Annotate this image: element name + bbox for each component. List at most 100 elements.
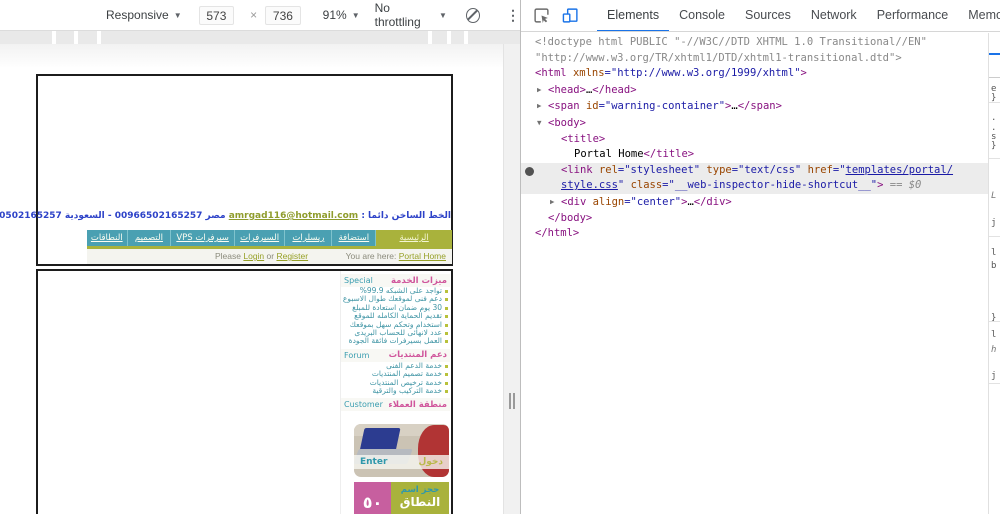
sidebar-list-item[interactable]: عدد لانهائى للحساب البريدى (341, 329, 450, 337)
code-token[interactable]: style.css (561, 179, 618, 191)
more-options-icon[interactable]: ⋮ (506, 7, 520, 24)
inspect-element-icon[interactable] (533, 7, 550, 24)
sidebar-sections: ميزات الخدمةSpecialتواجد على الشبكه 99.9… (341, 274, 450, 411)
code-token: </html> (535, 227, 579, 239)
section-title-arabic: منطقة العملاء (388, 400, 447, 410)
site-nav-tab[interactable]: سيرفرات VPS (170, 230, 234, 246)
expand-arrow-icon[interactable]: ▶ (550, 194, 561, 210)
site-nav-tab[interactable]: ريسلرات (284, 230, 331, 246)
dom-tree-line[interactable]: <!doctype html PUBLIC "-//W3C//DTD XHTML… (521, 35, 989, 51)
tab-sources[interactable]: Sources (735, 0, 801, 32)
bullet-icon (445, 382, 448, 385)
collapse-arrow-icon[interactable]: ▼ (537, 115, 548, 131)
styles-pane-fragment: l (991, 330, 996, 340)
dimension-x-separator: × (250, 8, 257, 22)
contact-text: 0502165257 (0, 211, 62, 221)
dom-tree-line[interactable]: <html xmlns="http://www.w3.org/1999/xhtm… (521, 66, 989, 82)
tab-console[interactable]: Console (669, 0, 735, 32)
sidebar-list-item[interactable]: 30 يوم ضمان استعادة للمبلغ (341, 304, 450, 312)
crumb-text: or (264, 251, 276, 261)
login-overlay-bar[interactable]: Enter دخول (354, 455, 449, 469)
screen: Responsive ▼ 573 × 736 91% ▼ No throttli… (0, 0, 1000, 514)
sidebar-section-header: ميزات الخدمةSpecial (341, 274, 450, 287)
site-nav-tab[interactable]: استضافة (331, 230, 375, 246)
styles-rule-separator (989, 321, 1000, 322)
throttling-dropdown[interactable]: No throttling ▼ (375, 1, 447, 29)
enter-link-arabic[interactable]: دخول (418, 457, 443, 467)
sidebar-list-item[interactable]: استخدام وتحكم سهل بموقعك (341, 321, 450, 329)
section-title-english: Customer (344, 400, 383, 409)
contact-text: 00966502165257 (115, 211, 203, 221)
dom-tree-line[interactable]: ▼<body> (521, 115, 989, 132)
dom-tree-line[interactable]: Portal Home</title> (521, 147, 989, 163)
site-nav-bar: الرئيسيةاستضافةريسلراتالسيرفراتسيرفرات V… (87, 230, 452, 246)
styles-pane-clipped: e}..s}Ljlb}lhj (988, 33, 1000, 514)
expand-arrow-icon[interactable]: ▶ (537, 98, 548, 114)
site-nav-tab[interactable]: الرئيسية (375, 230, 452, 246)
toggle-device-toolbar-icon[interactable] (562, 7, 579, 24)
chevron-down-icon: ▼ (352, 11, 360, 20)
crumb-link[interactable]: Login (243, 251, 264, 261)
crumb-link[interactable]: Register (276, 251, 308, 261)
bullet-icon (445, 290, 448, 293)
code-token: <head> (548, 84, 586, 96)
site-nav-tab[interactable]: النطاقات (87, 230, 127, 246)
sidebar-list-item[interactable]: دعم فنى لموقعك طوال الاسبوع (341, 295, 450, 303)
code-token: class (631, 179, 663, 191)
tab-network[interactable]: Network (801, 0, 867, 32)
viewport-width-input[interactable]: 573 (199, 6, 235, 25)
expand-arrow-icon[interactable]: ▶ (537, 82, 548, 98)
email-link[interactable]: amrgad116@hotmail.com (229, 211, 358, 221)
sidebar-list-item[interactable]: العمل بسيرفرات فائقة الجودة (341, 337, 450, 345)
tab-elements[interactable]: Elements (597, 0, 669, 32)
bullet-icon (445, 324, 448, 327)
sidebar-list-item[interactable]: خدمة تصميم المنتديات (341, 370, 450, 378)
crumb-link[interactable]: Portal Home (399, 251, 446, 261)
code-token: <html (535, 67, 573, 79)
dom-tree-line[interactable]: "http://www.w3.org/TR/xhtml1/DTD/xhtml1-… (521, 51, 989, 67)
sidebar-list-item[interactable]: تواجد على الشبكه 99.9% (341, 287, 450, 295)
dom-tree-line[interactable]: </html> (521, 226, 989, 242)
tab-memory[interactable]: Memory (958, 0, 1000, 32)
site-sidebar: ميزات الخدمةSpecialتواجد على الشبكه 99.9… (340, 271, 450, 514)
site-nav-tab[interactable]: السيرفرات (234, 230, 284, 246)
banner-line1: حجز اسم (391, 485, 449, 495)
dom-tree-line[interactable]: ▶<span id="warning-container">…</span> (521, 98, 989, 115)
zoom-dropdown[interactable]: 91% ▼ (323, 8, 360, 22)
sidebar-list-item[interactable]: خدمة التركيب والترقية (341, 387, 450, 395)
dom-tree-line[interactable]: ▶<div align="center">…</div> (521, 194, 989, 211)
resizer-grip-icon[interactable] (508, 393, 516, 409)
chevron-down-icon: ▼ (439, 11, 447, 20)
site-nav-tab[interactable]: التصميم (127, 230, 171, 246)
dom-tree-line[interactable]: </body> (521, 211, 989, 227)
domain-offer-banner[interactable]: ٥٠ حجز اسم النطاق (354, 482, 449, 514)
dom-tree-line[interactable]: ▶<head>…</head> (521, 82, 989, 99)
viewport-height-input[interactable]: 736 (265, 6, 301, 25)
sidebar-list-item[interactable]: خدمة ترخيص المنتديات (341, 379, 450, 387)
code-token[interactable]: templates/portal/ (846, 164, 953, 176)
sidebar-list-item[interactable]: تقديم الحماية الكامله للموقع (341, 312, 450, 320)
banner-price-number: ٥٠ (354, 482, 391, 514)
chevron-down-icon: ▼ (174, 11, 182, 20)
throttling-label: No throttling (375, 1, 434, 29)
code-token: xmlns (573, 67, 605, 79)
device-toolbar: Responsive ▼ 573 × 736 91% ▼ No throttli… (0, 0, 520, 31)
crumb-text: You are here: (346, 251, 399, 261)
block-icon[interactable] (466, 8, 480, 23)
code-token: ="center" (624, 196, 681, 208)
device-type-dropdown[interactable]: Responsive ▼ (106, 8, 182, 22)
sidebar-list-item[interactable]: خدمة الدعم الفنى (341, 362, 450, 370)
dom-tree-line[interactable]: <link rel="stylesheet" type="text/css" h… (521, 163, 989, 179)
ruler-segment (0, 31, 52, 44)
panel-resizer[interactable] (503, 44, 520, 514)
code-token: ="http://www.w3.org/1999/xhtml" (605, 67, 801, 79)
styles-pane-fragment: l (991, 248, 996, 258)
dom-tree-line[interactable]: style.css" class="__web-inspector-hide-s… (521, 178, 989, 194)
bullet-icon (445, 365, 448, 368)
code-token: ="__web-inspector-hide-shortcut__" (662, 179, 877, 191)
client-login-image[interactable]: Enter دخول (354, 424, 449, 477)
tab-performance[interactable]: Performance (867, 0, 959, 32)
dom-tree-line[interactable]: <title> (521, 132, 989, 148)
enter-link[interactable]: Enter (360, 457, 387, 467)
ruler-segment (451, 31, 464, 44)
